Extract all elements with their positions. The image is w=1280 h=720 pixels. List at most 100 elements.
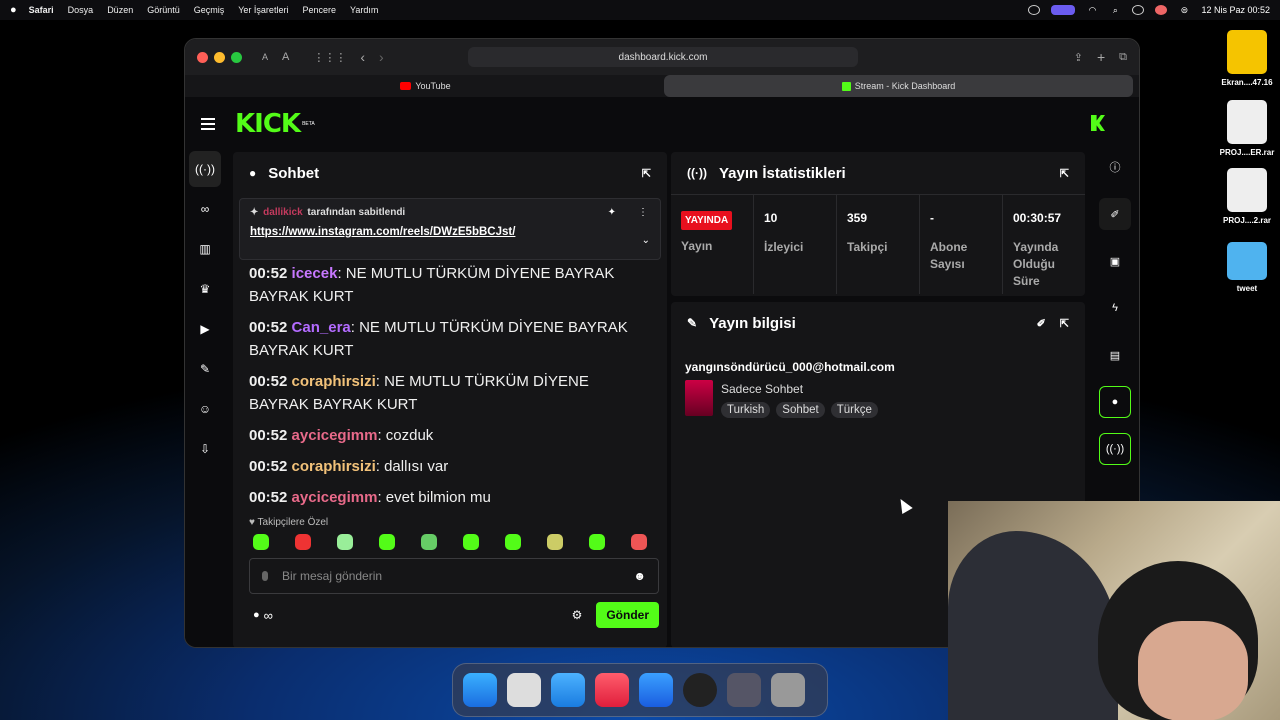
notes-icon[interactable]: ▤ xyxy=(1099,339,1131,371)
close-window-button[interactable] xyxy=(197,51,208,63)
edit-icon[interactable]: ✐ xyxy=(1099,198,1131,230)
analytics-icon[interactable]: ▥ xyxy=(189,231,221,267)
chevron-down-icon[interactable]: ⌄ xyxy=(642,235,650,246)
stream-stats-panel: ((·)) Yayın İstatistikleri ⇱ YAYINDA Yay… xyxy=(671,152,1085,296)
menu-icon[interactable] xyxy=(201,118,215,130)
emote-icon[interactable] xyxy=(589,534,605,550)
tag-chip[interactable]: Türkçe xyxy=(830,402,878,418)
menu-item[interactable]: Pencere xyxy=(302,5,336,15)
pinned-link[interactable]: https://www.instagram.com/reels/DWzE5bBC… xyxy=(250,226,650,238)
preview-icon[interactable] xyxy=(727,673,761,707)
media-icon[interactable] xyxy=(1132,5,1145,15)
stream-email: yangınsöndürücü_000@hotmail.com xyxy=(685,360,895,374)
chat-username[interactable]: icecek xyxy=(292,265,338,282)
music-icon[interactable] xyxy=(595,673,629,707)
video-icon[interactable]: ▶ xyxy=(189,311,221,347)
desktop-file-screenshot[interactable]: Ekran....47.16 xyxy=(1217,30,1277,87)
wifi-icon[interactable]: ◠ xyxy=(1086,5,1098,15)
text-larger-button[interactable]: A xyxy=(282,51,289,63)
menu-item[interactable]: Yer İşaretleri xyxy=(238,5,288,15)
new-tab-icon[interactable]: + xyxy=(1097,49,1105,65)
unpin-icon[interactable]: ✦ xyxy=(608,207,616,218)
menu-item[interactable]: Düzen xyxy=(107,5,133,15)
desktop-file-rar[interactable]: PROJ....ER.rar xyxy=(1217,100,1277,157)
kick-k-icon[interactable] xyxy=(1091,115,1105,131)
tab-youtube[interactable]: YouTube xyxy=(191,75,660,97)
gear-icon[interactable]: ⚙ xyxy=(572,608,583,622)
wrench-icon[interactable]: ✎ xyxy=(189,351,221,387)
tabs-icon[interactable]: ⧉ xyxy=(1119,51,1127,64)
obs-icon[interactable] xyxy=(683,673,717,707)
emote-icon[interactable] xyxy=(631,534,647,550)
upload-icon[interactable]: ⇩ xyxy=(189,431,221,467)
menu-item[interactable]: Geçmiş xyxy=(194,5,225,15)
popout-icon[interactable]: ⇱ xyxy=(1060,167,1069,180)
broadcast-toggle-icon[interactable]: ((·)) xyxy=(1099,433,1131,465)
screen-time-icon[interactable] xyxy=(1028,5,1041,15)
popout-icon[interactable]: ⇱ xyxy=(642,167,651,180)
emote-icon[interactable] xyxy=(505,534,521,550)
more-options-icon[interactable]: ⋮ xyxy=(638,207,648,218)
send-button[interactable]: Gönder xyxy=(596,602,659,628)
popout-icon[interactable]: ⇱ xyxy=(1060,317,1069,330)
emote-icon[interactable] xyxy=(379,534,395,550)
link-icon[interactable]: ∞ xyxy=(189,191,221,227)
pin-icon: ✦ xyxy=(250,207,259,218)
emote-icon[interactable] xyxy=(337,534,353,550)
finder-icon[interactable] xyxy=(463,673,497,707)
safari-icon[interactable] xyxy=(551,673,585,707)
desktop-folder-tweet[interactable]: tweet xyxy=(1217,242,1277,293)
emote-icon[interactable] xyxy=(295,534,311,550)
trophy-icon[interactable]: ♛ xyxy=(189,271,221,307)
share-icon[interactable]: ⇪ xyxy=(1074,51,1083,64)
chat-toggle-icon[interactable]: ● xyxy=(1099,386,1131,418)
edit-icon[interactable]: ✐ xyxy=(1037,317,1046,330)
zoom-window-button[interactable] xyxy=(231,51,242,63)
chat-username[interactable]: coraphirsizi xyxy=(292,458,376,475)
chat-input[interactable]: Bir mesaj gönderin ☻ xyxy=(249,558,659,594)
emoji-icon[interactable]: ☻ xyxy=(633,569,646,583)
points-icon[interactable]: ● xyxy=(253,609,260,621)
menu-item[interactable]: Yardım xyxy=(350,5,378,15)
tag-chip[interactable]: Sohbet xyxy=(776,402,825,418)
screenshot-icon[interactable]: ▣ xyxy=(1099,245,1131,277)
display-icon[interactable] xyxy=(1051,5,1076,15)
mic-icon[interactable] xyxy=(262,571,268,581)
xcode-icon[interactable] xyxy=(639,673,673,707)
desktop-file-rar[interactable]: PROJ....2.rar xyxy=(1217,168,1277,225)
community-icon[interactable]: ☺ xyxy=(189,391,221,427)
user-icon[interactable] xyxy=(1155,5,1168,15)
emote-icon[interactable] xyxy=(253,534,269,550)
info-icon[interactable]: ⓘ xyxy=(1099,151,1131,183)
text-smaller-button[interactable]: A xyxy=(262,52,268,62)
forward-icon[interactable]: › xyxy=(379,49,384,65)
menu-app[interactable]: Safari xyxy=(29,5,54,15)
emote-icon[interactable] xyxy=(421,534,437,550)
menu-item[interactable]: Dosya xyxy=(68,5,94,15)
back-icon[interactable]: ‹ xyxy=(360,49,365,65)
control-center-icon[interactable]: ⊜ xyxy=(1178,5,1190,15)
menu-item[interactable]: Görüntü xyxy=(147,5,180,15)
chat-username[interactable]: coraphirsizi xyxy=(292,373,376,390)
chat-username[interactable]: Can_era xyxy=(292,319,351,336)
kick-logo[interactable]: KICK xyxy=(235,109,301,139)
minimize-window-button[interactable] xyxy=(214,51,225,63)
address-bar[interactable]: dashboard.kick.com xyxy=(468,47,858,67)
lightning-icon[interactable]: ϟ xyxy=(1099,292,1131,324)
menubar-clock[interactable]: 12 Nis Paz 00:52 xyxy=(1201,5,1270,15)
category-thumbnail[interactable] xyxy=(685,380,713,416)
search-icon[interactable]: ⌕ xyxy=(1109,5,1121,15)
tag-chip[interactable]: Turkish xyxy=(721,402,771,418)
broadcast-icon[interactable]: ((·)) xyxy=(189,151,221,187)
trash-icon[interactable] xyxy=(771,673,805,707)
tab-kick-dashboard[interactable]: Stream - Kick Dashboard xyxy=(664,75,1133,97)
emote-icon[interactable] xyxy=(547,534,563,550)
launchpad-icon[interactable] xyxy=(507,673,541,707)
emote-icon[interactable] xyxy=(463,534,479,550)
apple-icon[interactable]: ● xyxy=(10,4,17,16)
chat-username[interactable]: aycicegimm xyxy=(292,489,378,506)
tab-overview-icon[interactable]: ⋮⋮⋮ xyxy=(313,51,346,64)
macos-menubar: ● Safari Dosya Düzen Görüntü Geçmiş Yer … xyxy=(0,0,1280,20)
pinned-by-user[interactable]: dallikick xyxy=(263,207,302,218)
chat-username[interactable]: aycicegimm xyxy=(292,427,378,444)
